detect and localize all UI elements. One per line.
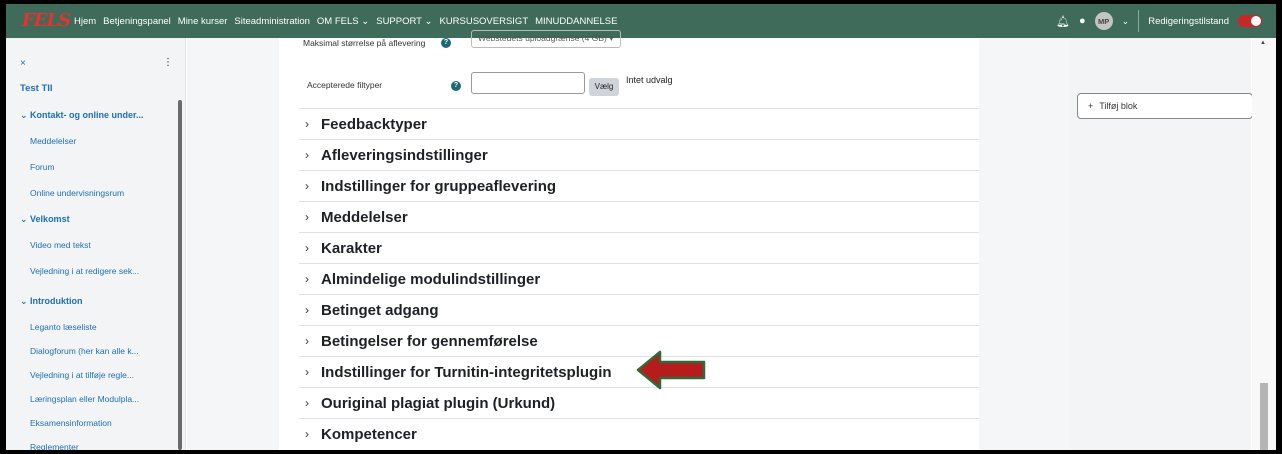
drawer-section-label: Velkomst xyxy=(30,214,70,224)
chevron-right-icon: › xyxy=(305,334,309,348)
add-block-label: Tilføj blok xyxy=(1099,101,1138,111)
page-scrollbar[interactable]: ▲ xyxy=(1252,38,1276,450)
section-label: Indstillinger for gruppeaflevering xyxy=(321,177,557,195)
browser-frame: FELS Hjem Betjeningspanel Mine kurser Si… xyxy=(6,4,1276,450)
nav-support[interactable]: SUPPORT ⌄ xyxy=(376,16,432,27)
page-gutter-left xyxy=(187,38,279,450)
plus-icon: + xyxy=(1088,101,1094,111)
drawer-link[interactable]: Meddelelser xyxy=(30,136,76,146)
chevron-right-icon: › xyxy=(305,241,309,255)
drawer-section-label: Introduktion xyxy=(30,296,83,306)
section-label: Ouriginal plagiat plugin (Urkund) xyxy=(321,394,556,412)
max-size-value: Webstedets uploadgrænse (4 GB) xyxy=(478,33,607,43)
section-ouriginal[interactable]: › Ouriginal plagiat plugin (Urkund) xyxy=(299,387,979,418)
section-label: Meddelelser xyxy=(321,208,408,226)
section-label: Betingelser for gennemførelse xyxy=(321,332,538,350)
section-betinget-adgang[interactable]: › Betinget adgang xyxy=(299,294,979,325)
nav-dashboard[interactable]: Betjeningspanel xyxy=(103,16,171,27)
section-label: Afleveringsindstillinger xyxy=(321,146,488,164)
drawer-link[interactable]: Leganto læseliste xyxy=(30,322,97,332)
primary-nav: Hjem Betjeningspanel Mine kurser Siteadm… xyxy=(74,16,617,27)
chevron-down-icon: ⌄ xyxy=(424,15,433,27)
filetypes-label: Accepterede filtyper xyxy=(307,80,383,90)
section-label: Betinget adgang xyxy=(321,301,439,319)
section-gruppeaflevering[interactable]: › Indstillinger for gruppeaflevering xyxy=(299,170,979,201)
section-label: Indstillinger for Turnitin-integritetspl… xyxy=(321,363,612,381)
section-kompetencer[interactable]: › Kompetencer xyxy=(299,418,979,449)
drawer-link[interactable]: Vejledning i at redigere sek... xyxy=(30,266,139,276)
help-icon[interactable]: ? xyxy=(451,81,461,91)
chevron-right-icon: › xyxy=(305,303,309,317)
chevron-right-icon: › xyxy=(305,365,309,379)
section-label: Feedbacktyper xyxy=(321,115,427,133)
chat-icon[interactable]: ● xyxy=(1079,15,1086,27)
nav-minuddannelse[interactable]: MINUDDANNELSE xyxy=(535,16,617,27)
drawer-section-velkomst[interactable]: ⌄ Velkomst xyxy=(20,214,70,225)
section-afleveringsindstillinger[interactable]: › Afleveringsindstillinger xyxy=(299,139,979,170)
chevron-right-icon: › xyxy=(305,272,309,286)
max-size-select[interactable]: Webstedets uploadgrænse (4 GB) ▾ xyxy=(471,30,621,48)
filetypes-input[interactable] xyxy=(471,72,585,94)
course-index-drawer: × ⋮ Test TII ⌄ Kontakt- og online under.… xyxy=(6,38,186,450)
main-content: Maksimal størrelse på aflevering ? Webst… xyxy=(279,30,979,450)
drawer-link[interactable]: Reglementer xyxy=(30,442,79,450)
nav-divider xyxy=(1138,10,1140,32)
avatar[interactable]: MP xyxy=(1094,12,1113,30)
chevron-right-icon: › xyxy=(305,210,309,224)
chevron-right-icon: › xyxy=(305,117,309,131)
section-label: Kompetencer xyxy=(321,425,417,443)
nav-home[interactable]: Hjem xyxy=(74,16,96,27)
no-selection-text: Intet udvalg xyxy=(626,75,673,85)
drawer-link[interactable]: Læringsplan eller Modulpla... xyxy=(30,394,139,404)
edit-mode-label: Redigeringstilstand xyxy=(1148,15,1229,27)
page-gutter-right xyxy=(979,38,1071,450)
site-logo[interactable]: FELS xyxy=(22,10,71,32)
section-karakter[interactable]: › Karakter xyxy=(299,232,979,263)
bell-icon[interactable]: 🔔︎ xyxy=(1056,15,1070,28)
drawer-section-label: Kontakt- og online under... xyxy=(30,110,144,120)
course-title[interactable]: Test TII xyxy=(20,83,53,94)
chevron-right-icon: › xyxy=(305,427,309,441)
nav-my-courses[interactable]: Mine kurser xyxy=(178,16,228,27)
nav-support-label: SUPPORT xyxy=(376,15,422,27)
section-modulindstillinger[interactable]: › Almindelige modulindstillinger xyxy=(299,263,979,294)
help-icon[interactable]: ? xyxy=(441,38,451,48)
scrollbar-thumb[interactable] xyxy=(1260,383,1268,450)
chevron-down-icon[interactable]: ⌄ xyxy=(1122,16,1130,27)
drawer-section-introduktion[interactable]: ⌄ Introduktion xyxy=(20,296,83,307)
add-block-button[interactable]: + Tilføj blok xyxy=(1077,93,1253,119)
nav-site-admin[interactable]: Siteadministration xyxy=(234,16,310,27)
drawer-link[interactable]: Online undervisningsrum xyxy=(30,188,124,198)
more-menu-icon[interactable]: ⋮ xyxy=(163,57,173,68)
block-drawer: + Tilføj blok xyxy=(1071,38,1253,450)
chevron-down-icon: ⌄ xyxy=(361,15,370,27)
nav-om-fels-label: OM FELS xyxy=(316,15,359,27)
scroll-up-icon[interactable]: ▲ xyxy=(1260,40,1266,46)
section-label: Almindelige modulindstillinger xyxy=(321,270,541,288)
edit-mode-toggle[interactable] xyxy=(1238,15,1262,27)
drawer-link[interactable]: Dialogforum (her kan alle k... xyxy=(30,346,139,356)
nav-om-fels[interactable]: OM FELS ⌄ xyxy=(317,16,369,27)
drawer-link[interactable]: Forum xyxy=(30,162,55,172)
drawer-link[interactable]: Eksamensinformation xyxy=(30,418,112,428)
annotation-arrow-icon xyxy=(636,350,706,390)
top-navbar: FELS Hjem Betjeningspanel Mine kurser Si… xyxy=(6,4,1276,38)
drawer-link[interactable]: Vejledning i at tilføje regle... xyxy=(30,370,134,380)
section-meddelelser[interactable]: › Meddelelser xyxy=(299,201,979,232)
close-icon[interactable]: × xyxy=(20,58,26,69)
drawer-scrollbar[interactable] xyxy=(178,100,182,450)
max-size-label: Maksimal størrelse på aflevering xyxy=(303,38,426,48)
section-label: Karakter xyxy=(321,239,382,257)
drawer-section-kontakt[interactable]: ⌄ Kontakt- og online under... xyxy=(20,110,144,121)
nav-kursusoversigt[interactable]: KURSUSOVERSIGT xyxy=(439,16,528,27)
choose-button[interactable]: Vælg xyxy=(589,78,619,96)
drawer-link[interactable]: Video med tekst xyxy=(30,240,91,250)
chevron-right-icon: › xyxy=(305,396,309,410)
chevron-right-icon: › xyxy=(305,148,309,162)
nav-right: 🔔︎ ● MP ⌄ Redigeringstilstand xyxy=(1056,4,1262,38)
chevron-right-icon: › xyxy=(305,179,309,193)
section-feedbacktyper[interactable]: › Feedbacktyper xyxy=(299,108,979,139)
